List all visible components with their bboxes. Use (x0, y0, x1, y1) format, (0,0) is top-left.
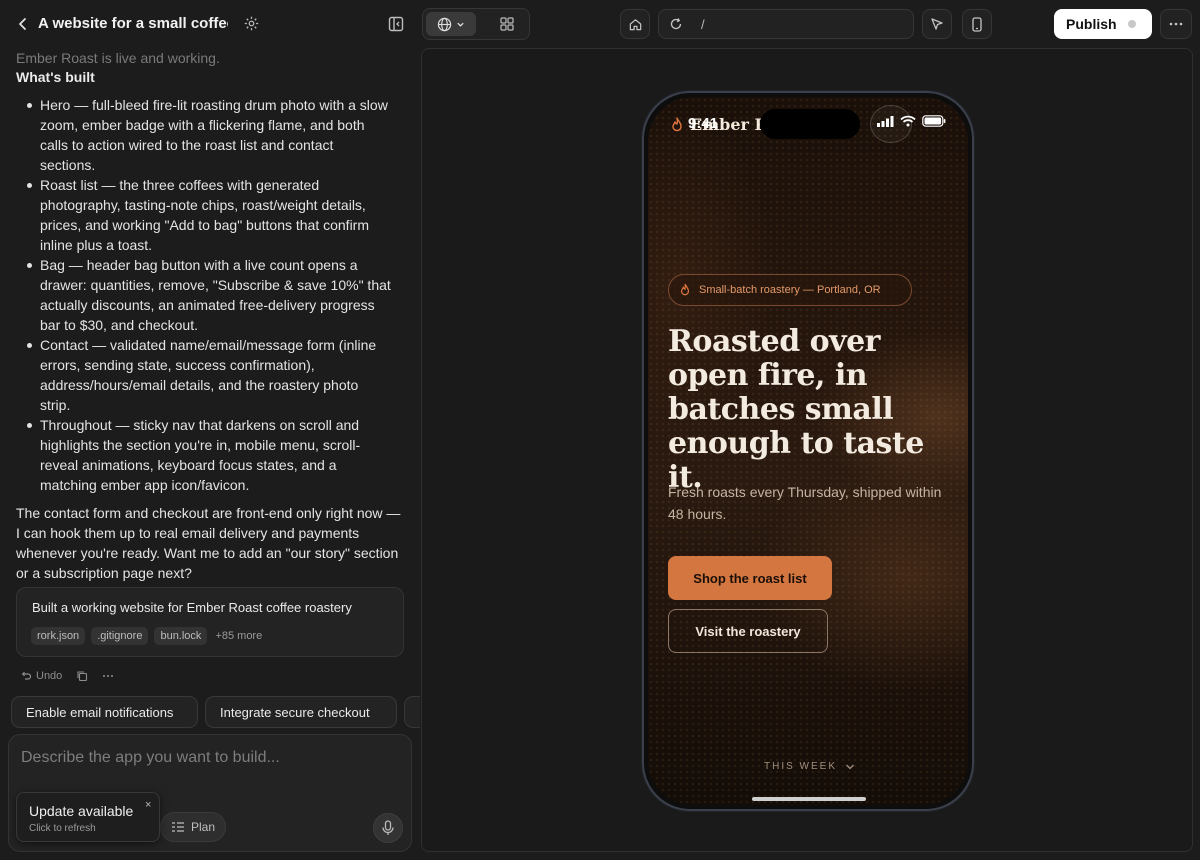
web-view-button[interactable] (426, 12, 476, 36)
flame-icon (680, 283, 690, 296)
chevron-down-icon (457, 22, 464, 27)
preview-canvas: Ember R 9:41 Small-batch roastery — Port… (421, 48, 1193, 852)
summary-card[interactable]: Built a working website for Ember Roast … (16, 587, 404, 657)
app-screen: Ember R 9:41 Small-batch roastery — Port… (648, 97, 968, 805)
battery-icon (922, 115, 946, 127)
hero-title: Roasted over open fire, in batches small… (668, 324, 924, 495)
undo-label: Undo (36, 670, 63, 682)
globe-icon (437, 17, 452, 31)
phone-frame: Ember R 9:41 Small-batch roastery — Port… (642, 91, 974, 811)
file-chips: rork.json .gitignore bun.lock +85 more (31, 627, 262, 645)
copy-icon[interactable] (76, 670, 88, 682)
home-button[interactable] (620, 9, 650, 39)
home-icon (629, 18, 641, 30)
preview-toolbar: / Publish (420, 0, 1200, 48)
update-subtitle: Click to refresh (29, 823, 96, 834)
file-chip[interactable]: .gitignore (91, 627, 149, 645)
list-item: Contact — validated name/email/message f… (16, 335, 406, 415)
device-toggle-button[interactable] (962, 9, 992, 39)
suggestion-chip-partial[interactable] (404, 696, 420, 728)
badge-text: Small-batch roastery — Portland, OR (699, 284, 881, 296)
update-toast[interactable]: Update available Click to refresh × (16, 792, 160, 842)
publish-label: Publish (1066, 16, 1117, 32)
suggestion-chip[interactable]: Integrate secure checkout (205, 696, 397, 728)
plan-icon (171, 822, 184, 832)
plan-button[interactable]: Plan (160, 812, 226, 842)
signal-icon (877, 116, 894, 127)
close-icon[interactable]: × (145, 799, 151, 811)
list-item: Hero — full-bleed fire-lit roasting drum… (16, 95, 406, 175)
undo-button[interactable]: Undo (20, 670, 62, 682)
plan-label: Plan (190, 820, 216, 834)
url-bar[interactable]: / (658, 9, 914, 39)
more-files-count[interactable]: +85 more (215, 630, 262, 642)
publish-button[interactable]: Publish (1054, 9, 1152, 39)
suggestion-chip[interactable]: Enable email notifications (11, 696, 198, 728)
message-actions: Undo (20, 670, 114, 682)
sidebar-toggle-icon[interactable] (388, 16, 404, 32)
view-switcher (422, 8, 530, 40)
more-horizontal-icon (1169, 22, 1183, 26)
more-options-button[interactable] (1160, 9, 1192, 39)
scroll-hint-label: THIS WEEK (764, 761, 838, 772)
chevron-left-icon[interactable] (14, 14, 32, 34)
list-item: Roast list — the three coffees with gene… (16, 175, 406, 255)
location-badge: Small-batch roastery — Portland, OR (668, 274, 912, 306)
home-indicator (752, 797, 866, 801)
flame-icon (672, 116, 682, 131)
select-element-button[interactable] (922, 9, 952, 39)
hero-subtitle: Fresh roasts every Thursday, shipped wit… (668, 484, 942, 522)
summary-title: Built a working website for Ember Roast … (32, 600, 352, 615)
more-horizontal-icon[interactable] (102, 670, 114, 682)
undo-icon (21, 671, 32, 680)
microphone-icon (382, 820, 394, 835)
list-item: Bag — header bag button with a live coun… (16, 255, 406, 335)
phone-icon (972, 16, 982, 32)
url-text[interactable]: / (701, 17, 705, 32)
chat-panel: A website for a small coffee r Ember Roa… (0, 0, 420, 860)
built-list: Hero — full-bleed fire-lit roasting drum… (16, 95, 406, 495)
visit-roastery-button[interactable]: Visit the roastery (668, 609, 828, 653)
list-item: Throughout — sticky nav that darkens on … (16, 415, 406, 495)
chevron-down-icon (846, 764, 854, 769)
chat-header: A website for a small coffee r (0, 0, 420, 48)
shop-roast-list-button[interactable]: Shop the roast list (668, 556, 832, 600)
scroll-hint[interactable]: THIS WEEK (764, 761, 855, 772)
brand-logo[interactable]: Ember R (670, 115, 768, 134)
project-title[interactable]: A website for a small coffee r (38, 15, 228, 32)
closing-paragraph: The contact form and checkout are front-… (16, 505, 401, 581)
reload-icon[interactable] (669, 17, 683, 31)
wifi-icon (900, 115, 916, 127)
status-icons (876, 115, 946, 127)
status-time: 9:41 (688, 115, 719, 132)
cursor-icon (931, 18, 943, 30)
update-title: Update available (29, 803, 134, 819)
mic-button[interactable] (373, 813, 403, 843)
prompt-input[interactable] (21, 749, 391, 767)
dynamic-island (760, 109, 860, 139)
file-chip[interactable]: bun.lock (154, 627, 208, 645)
file-chip[interactable]: rork.json (31, 627, 86, 645)
publish-status-dot (1128, 20, 1136, 28)
grid-icon[interactable] (499, 16, 515, 32)
faded-text: Ember Roast is live and working. (16, 50, 220, 66)
section-heading: What's built (16, 69, 95, 85)
gear-icon[interactable] (243, 15, 260, 32)
